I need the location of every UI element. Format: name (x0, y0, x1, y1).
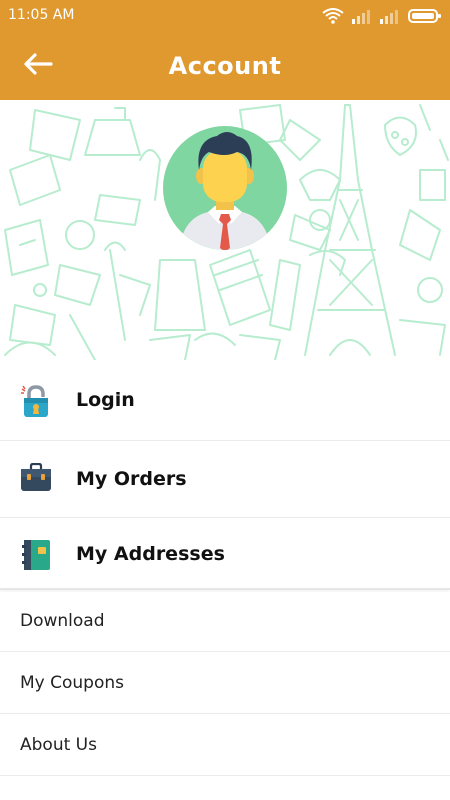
menu-item-label: My Addresses (76, 542, 225, 565)
signal-icon (380, 8, 400, 24)
menu-item-about-us[interactable]: About Us (0, 714, 450, 776)
page-title: Account (168, 52, 282, 80)
menu-item-label: My Orders (76, 468, 187, 490)
wifi-icon (322, 8, 344, 24)
menu-item-label: Login (76, 389, 135, 411)
menu-item-my-coupons[interactable]: My Coupons (0, 652, 450, 714)
padlock-icon (20, 384, 52, 417)
menu-item-login[interactable]: Login (0, 360, 450, 441)
toolbar: Account (0, 32, 450, 100)
menu-item-label: My Coupons (20, 672, 125, 693)
signal-icon (352, 8, 372, 24)
menu-item-my-orders[interactable]: My Orders (0, 441, 450, 518)
status-time: 11:05 AM (8, 7, 75, 23)
address-book-icon (20, 538, 52, 570)
status-icons (322, 6, 442, 26)
menu-item-label: About Us (20, 734, 97, 755)
battery-icon (408, 8, 442, 24)
avatar (163, 126, 287, 250)
menu-item-my-addresses[interactable]: My Addresses (0, 518, 450, 589)
secondary-menu: Download My Coupons About Us (0, 590, 450, 776)
menu-item-download[interactable]: Download (0, 590, 450, 652)
primary-menu: Login My Orders My Addresses (0, 360, 450, 589)
status-bar: 11:05 AM (0, 0, 450, 32)
briefcase-icon (20, 462, 52, 495)
profile-header (0, 100, 450, 360)
menu-item-label: Download (20, 610, 105, 631)
